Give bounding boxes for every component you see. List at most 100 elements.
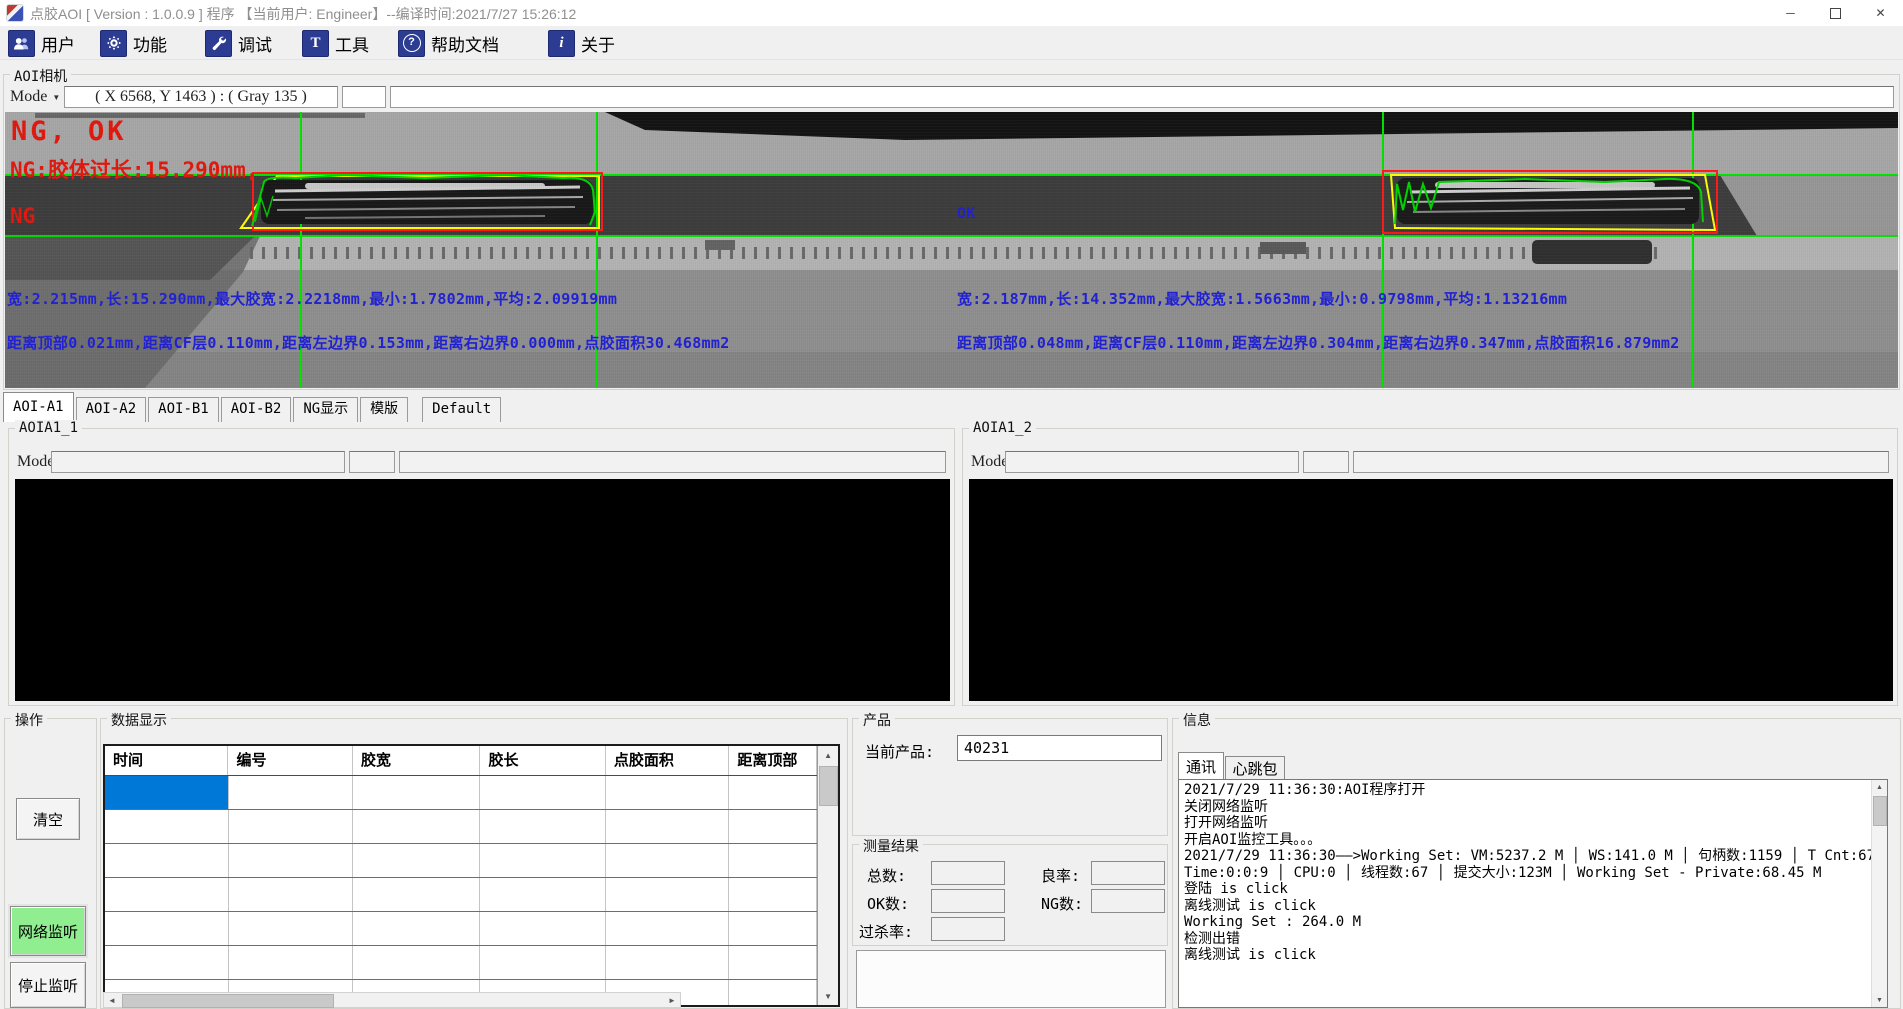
scroll-up-icon[interactable]: ▲ bbox=[1872, 780, 1887, 794]
table-row bbox=[105, 844, 817, 878]
close-icon: ✕ bbox=[1875, 6, 1885, 20]
table-cell[interactable] bbox=[606, 878, 730, 911]
table-cell[interactable] bbox=[480, 946, 605, 979]
table-cell[interactable] bbox=[480, 776, 605, 809]
table-cell[interactable] bbox=[105, 912, 229, 945]
table-cell[interactable] bbox=[353, 844, 480, 877]
column-header-glue-width[interactable]: 胶宽 bbox=[353, 746, 480, 775]
menu-item-help[interactable]: ? 帮助文档 bbox=[398, 29, 499, 57]
scroll-down-icon[interactable]: ▼ bbox=[818, 987, 838, 1005]
close-button[interactable]: ✕ bbox=[1858, 0, 1903, 26]
table-cell[interactable] bbox=[353, 912, 480, 945]
camera-mode-dropdown[interactable]: Mode▼ bbox=[10, 86, 60, 108]
table-cell[interactable] bbox=[229, 912, 353, 945]
minimize-icon: ─ bbox=[1786, 6, 1795, 20]
tab-aoi-b2[interactable]: AOI-B2 bbox=[221, 397, 292, 422]
scrollbar-thumb[interactable] bbox=[1873, 796, 1887, 826]
overkill-rate-field[interactable] bbox=[931, 917, 1005, 941]
scroll-left-icon[interactable]: ◄ bbox=[104, 993, 120, 1007]
table-cell[interactable] bbox=[105, 810, 229, 843]
menu-item-function[interactable]: 功能 bbox=[100, 29, 167, 57]
minimize-button[interactable]: ─ bbox=[1768, 0, 1813, 26]
tab-heartbeat[interactable]: 心跳包 bbox=[1225, 756, 1285, 779]
table-cell[interactable] bbox=[353, 810, 480, 843]
menu-item-tools[interactable]: T 工具 bbox=[302, 29, 369, 57]
scroll-right-icon[interactable]: ► bbox=[664, 993, 680, 1007]
table-vertical-scrollbar[interactable]: ▲ ▼ bbox=[817, 746, 838, 1005]
table-cell[interactable] bbox=[229, 844, 353, 877]
table-row bbox=[105, 946, 817, 980]
panel2-field1 bbox=[1005, 451, 1299, 473]
camera-ok-text: OK bbox=[957, 204, 976, 222]
tab-comms[interactable]: 通讯 bbox=[1178, 752, 1224, 779]
scrollbar-thumb[interactable] bbox=[819, 766, 838, 806]
table-cell[interactable] bbox=[229, 946, 353, 979]
column-header-glue-length[interactable]: 胶长 bbox=[480, 746, 605, 775]
measurement-group-label: 测量结果 bbox=[859, 836, 923, 856]
log-line: 离线测试 is click bbox=[1184, 898, 1869, 915]
table-cell[interactable] bbox=[729, 844, 817, 877]
ng-count-label: NG数: bbox=[1041, 893, 1083, 914]
overkill-rate-label: 过杀率: bbox=[859, 921, 913, 942]
tab-template[interactable]: 模版 bbox=[360, 397, 408, 422]
data-table: 时间 编号 胶宽 胶长 点胶面积 距离顶部 bbox=[103, 744, 840, 1007]
table-cell[interactable] bbox=[606, 912, 730, 945]
table-cell[interactable] bbox=[229, 776, 353, 809]
column-header-distance-top[interactable]: 距离顶部 bbox=[729, 746, 817, 775]
table-cell[interactable] bbox=[606, 844, 730, 877]
camera-viewport: NG, OK NG:胶体过长:15.290mm, NG OK 宽:2.215mm… bbox=[5, 112, 1898, 388]
table-cell-selected[interactable] bbox=[105, 776, 229, 809]
table-cell[interactable] bbox=[729, 912, 817, 945]
comms-log[interactable]: 2021/7/29 11:36:30:AOI程序打开 关闭网络监听 打开网络监听… bbox=[1178, 779, 1888, 1008]
tab-aoi-a1[interactable]: AOI-A1 bbox=[3, 392, 74, 422]
stop-listen-button[interactable]: 停止监听 bbox=[10, 962, 86, 1008]
panel1-field2 bbox=[349, 451, 395, 473]
table-cell[interactable] bbox=[606, 776, 730, 809]
column-header-id[interactable]: 编号 bbox=[228, 746, 352, 775]
clear-button[interactable]: 清空 bbox=[16, 798, 80, 840]
ok-count-field[interactable] bbox=[931, 889, 1005, 913]
panel2-mode-label: Mode bbox=[971, 453, 1008, 471]
current-product-input[interactable] bbox=[957, 735, 1162, 761]
table-cell[interactable] bbox=[606, 810, 730, 843]
scrollbar-thumb[interactable] bbox=[122, 994, 334, 1008]
table-cell[interactable] bbox=[729, 946, 817, 979]
table-cell[interactable] bbox=[729, 810, 817, 843]
table-cell[interactable] bbox=[353, 946, 480, 979]
table-cell[interactable] bbox=[353, 776, 480, 809]
table-cell[interactable] bbox=[353, 878, 480, 911]
tab-aoi-b1[interactable]: AOI-B1 bbox=[148, 397, 219, 422]
log-line: 检测出错 bbox=[1184, 931, 1869, 948]
table-horizontal-scrollbar[interactable]: ◄ ► bbox=[103, 992, 681, 1008]
table-cell[interactable] bbox=[105, 878, 229, 911]
table-cell[interactable] bbox=[606, 946, 730, 979]
log-scrollbar[interactable]: ▲ ▼ bbox=[1871, 780, 1887, 1007]
table-cell[interactable] bbox=[105, 844, 229, 877]
yield-rate-field[interactable] bbox=[1091, 861, 1165, 885]
tab-aoi-a2[interactable]: AOI-A2 bbox=[76, 397, 147, 422]
scroll-down-icon[interactable]: ▼ bbox=[1872, 993, 1887, 1007]
table-cell[interactable] bbox=[105, 946, 229, 979]
table-cell[interactable] bbox=[729, 776, 817, 809]
tab-default[interactable]: Default bbox=[422, 397, 501, 422]
table-cell[interactable] bbox=[480, 810, 605, 843]
menu-item-user[interactable]: 用户 bbox=[8, 29, 75, 57]
table-cell[interactable] bbox=[480, 844, 605, 877]
column-header-glue-area[interactable]: 点胶面积 bbox=[606, 746, 729, 775]
menu-item-about[interactable]: i 关于 bbox=[548, 29, 615, 57]
menu-item-debug[interactable]: 调试 bbox=[205, 29, 272, 57]
maximize-button[interactable] bbox=[1813, 0, 1858, 26]
column-header-time[interactable]: 时间 bbox=[105, 746, 228, 775]
table-cell[interactable] bbox=[480, 912, 605, 945]
menu-item-user-label: 用户 bbox=[41, 31, 75, 56]
tab-ng-display[interactable]: NG显示 bbox=[293, 397, 358, 422]
table-cell[interactable] bbox=[229, 878, 353, 911]
table-cell[interactable] bbox=[729, 980, 817, 1005]
ng-count-field[interactable] bbox=[1091, 889, 1165, 913]
table-cell[interactable] bbox=[729, 878, 817, 911]
scroll-up-icon[interactable]: ▲ bbox=[818, 746, 838, 764]
network-listen-button[interactable]: 网络监听 bbox=[10, 906, 86, 956]
table-cell[interactable] bbox=[229, 810, 353, 843]
total-count-field[interactable] bbox=[931, 861, 1005, 885]
table-cell[interactable] bbox=[480, 878, 605, 911]
